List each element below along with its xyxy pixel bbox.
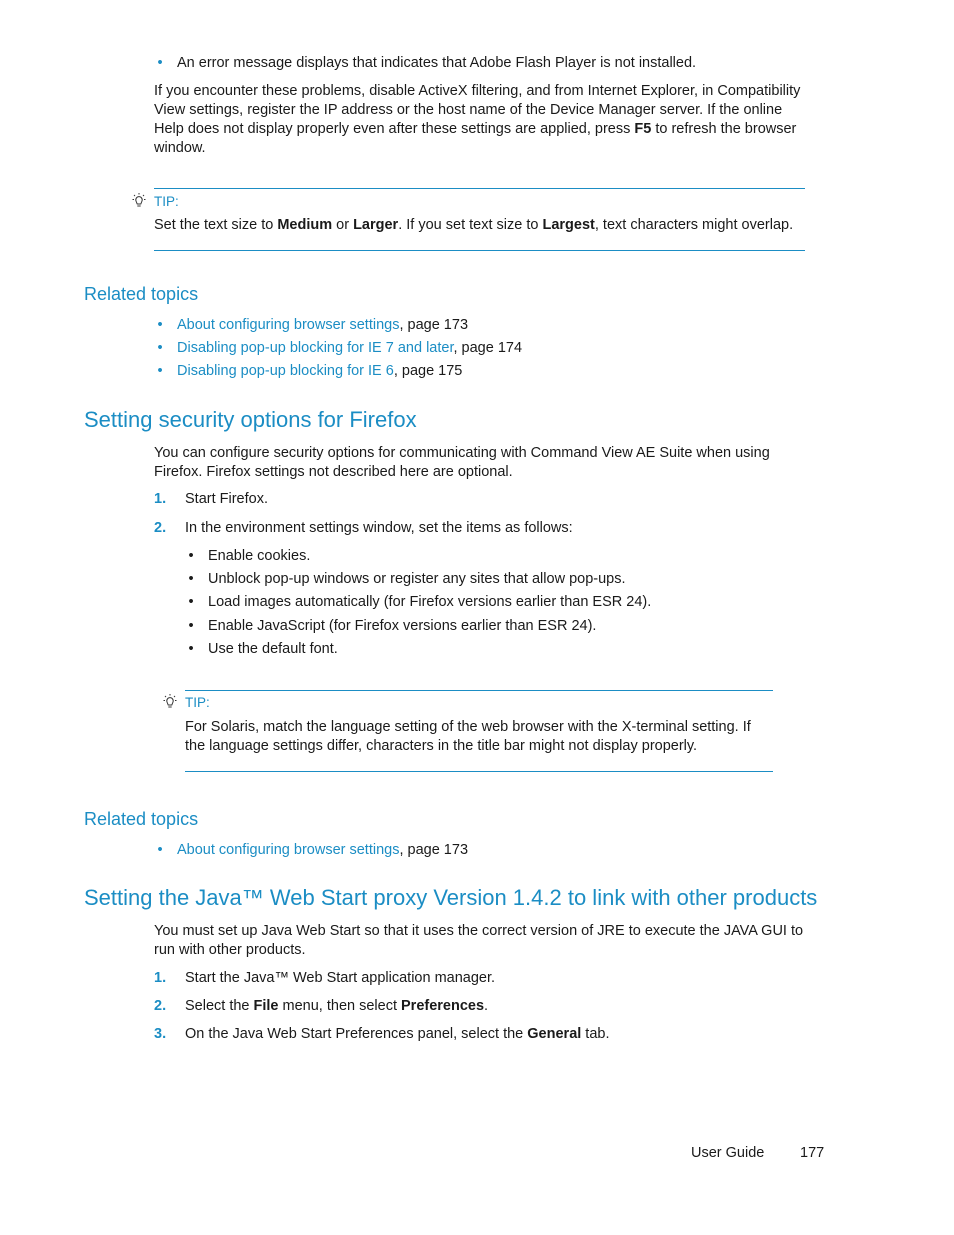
related-topic-link[interactable]: About configuring browser settings: [177, 842, 399, 858]
bold-file: File: [253, 998, 279, 1014]
java-step: 2. Select the File menu, then select Pre…: [154, 997, 774, 1017]
tip-line: For Solaris, match the language setting …: [185, 719, 751, 735]
bold-larger: Larger: [353, 217, 399, 233]
page-ref: , page 175: [393, 363, 463, 379]
text: Select the: [185, 998, 254, 1014]
footer-page-number: 177: [800, 1145, 825, 1161]
tip-label: TIP:: [154, 194, 179, 209]
java-step: 3. On the Java Web Start Preferences pan…: [154, 1025, 774, 1045]
footer-guide-title: User Guide: [691, 1145, 765, 1161]
section-heading-firefox: Setting security options for Firefox: [84, 407, 417, 432]
bullet-icon: •: [188, 641, 194, 657]
step-number: 1.: [154, 970, 167, 986]
intro-line: If you encounter these problems, disable…: [154, 83, 801, 99]
text: . If you set text size to: [398, 217, 543, 233]
text: Set the text size to: [154, 217, 278, 233]
sub-item-text: Enable JavaScript (for Firefox versions …: [208, 618, 597, 634]
tip-rule-top: [185, 690, 773, 691]
related-topics-heading: Related topics: [84, 809, 199, 829]
bullet-icon: •: [188, 594, 194, 610]
firefox-intro-line: Firefox. Firefox settings not described …: [154, 464, 513, 480]
java-intro: You must set up Java Web Start so that i…: [154, 922, 803, 960]
bullet-icon: •: [157, 842, 163, 858]
sub-item-text: Load images automatically (for Firefox v…: [208, 594, 652, 610]
intro-line: View settings, register the IP address o…: [154, 102, 783, 118]
firefox-sub-list: • Enable cookies. • Unblock pop-up windo…: [185, 547, 705, 663]
bold-general: General: [527, 1026, 582, 1042]
text: , text characters might overlap.: [594, 217, 794, 233]
tip-rule-top: [154, 188, 805, 189]
step-text: In the environment settings window, set …: [185, 520, 573, 536]
step-number: 3.: [154, 1026, 167, 1042]
intro-bullet-text: An error message displays that indicates…: [177, 55, 697, 71]
tip-text: Set the text size to Medium or Larger. I…: [154, 216, 793, 235]
tip-rule-bottom: [185, 771, 773, 772]
sub-list-item: • Unblock pop-up windows or register any…: [185, 570, 705, 593]
lightbulb-icon: [132, 193, 146, 207]
sub-item-text: Unblock pop-up windows or register any s…: [208, 571, 626, 587]
step-text: Start Firefox.: [185, 491, 268, 507]
bullet-icon: •: [157, 363, 163, 379]
related-topic-link[interactable]: Disabling pop-up blocking for IE 7 and l…: [177, 340, 453, 356]
step-text: Select the File menu, then select Prefer…: [185, 997, 488, 1016]
text: Help does not display properly even afte…: [154, 121, 635, 137]
step-text: On the Java Web Start Preferences panel,…: [185, 1025, 610, 1044]
bold-largest: Largest: [542, 217, 595, 233]
firefox-intro-line: You can configure security options for c…: [154, 445, 770, 461]
bullet-icon: •: [157, 317, 163, 333]
bold-preferences: Preferences: [401, 998, 485, 1014]
tip-rule-bottom: [154, 250, 805, 251]
firefox-intro: You can configure security options for c…: [154, 444, 770, 482]
lightbulb-icon: [163, 694, 177, 708]
text: tab.: [581, 1026, 610, 1042]
tip-text: For Solaris, match the language setting …: [185, 718, 751, 756]
step-number: 1.: [154, 491, 167, 507]
related-topic-link[interactable]: About configuring browser settings: [177, 317, 399, 333]
sub-item-text: Use the default font.: [208, 641, 338, 657]
page-ref: , page 174: [453, 340, 523, 356]
sub-item-text: Enable cookies.: [208, 548, 311, 564]
bold-medium: Medium: [277, 217, 333, 233]
intro-line: Help does not display properly even afte…: [154, 120, 834, 139]
bullet-icon: •: [157, 55, 163, 71]
page-ref: , page 173: [399, 317, 469, 333]
section-heading-java: Setting the Java™ Web Start proxy Versio…: [84, 885, 818, 910]
firefox-step: 2. In the environment settings window, s…: [154, 519, 754, 539]
bullet-icon: •: [188, 618, 194, 634]
key-f5: F5: [634, 121, 652, 137]
java-intro-line: You must set up Java Web Start so that i…: [154, 923, 804, 939]
related-topics-heading: Related topics: [84, 284, 199, 304]
step-number: 2.: [154, 998, 167, 1014]
step-number: 2.: [154, 520, 167, 536]
java-step: 1. Start the Java™ Web Start application…: [154, 969, 774, 989]
text: .: [484, 998, 489, 1014]
text: On the Java Web Start Preferences panel,…: [185, 1026, 528, 1042]
bullet-icon: •: [188, 548, 194, 564]
intro-paragraph: If you encounter these problems, disable…: [154, 82, 834, 158]
java-intro-line: run with other products.: [154, 942, 306, 958]
intro-line: window.: [154, 140, 206, 156]
related-topic-link[interactable]: Disabling pop-up blocking for IE 6: [177, 363, 394, 379]
text: menu, then select: [278, 998, 402, 1014]
step-text: Start the Java™ Web Start application ma…: [185, 970, 496, 986]
page-ref: , page 173: [399, 842, 469, 858]
bullet-icon: •: [157, 340, 163, 356]
sub-list-item: • Enable cookies.: [185, 547, 705, 570]
sub-list-item: • Enable JavaScript (for Firefox version…: [185, 617, 705, 640]
firefox-step: 1. Start Firefox.: [154, 490, 754, 510]
text: or: [332, 217, 354, 233]
tip-line: the language settings differ, characters…: [185, 738, 698, 754]
sub-list-item: • Load images automatically (for Firefox…: [185, 593, 705, 617]
bullet-icon: •: [188, 571, 194, 587]
sub-list-item: • Use the default font.: [185, 640, 705, 663]
text: to refresh the browser: [651, 121, 797, 137]
tip-label: TIP:: [185, 695, 210, 710]
